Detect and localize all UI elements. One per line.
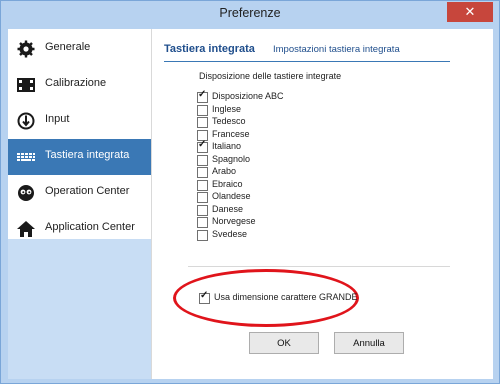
layout-checkbox-label: Svedese [212, 228, 248, 239]
sidebar-item-label: Calibrazione [45, 77, 107, 89]
sidebar: Generale Calibrazione Input Tastiera int… [8, 29, 152, 379]
layout-checkbox[interactable] [197, 179, 208, 191]
sidebar-item-operation-center[interactable]: Operation Center [8, 175, 151, 211]
sidebar-item-label: Tastiera integrata [45, 149, 130, 161]
layout-checkbox[interactable] [197, 104, 208, 116]
calibration-icon [15, 76, 37, 94]
layout-checkbox-label: Tedesco [212, 116, 246, 126]
close-button[interactable]: ✕ [447, 2, 493, 22]
layout-checkbox[interactable] [197, 229, 208, 241]
layout-checkbox-label: Olandese [212, 191, 251, 201]
tab-tastiera-integrata[interactable]: Tastiera integrata [164, 43, 255, 55]
window-title: Preferenze [219, 6, 281, 20]
sidebar-item-label: Generale [45, 41, 91, 53]
layout-checkbox[interactable] [197, 154, 208, 166]
title-bar[interactable]: Preferenze ✕ [1, 1, 499, 27]
layout-checkbox[interactable] [197, 217, 208, 228]
layout-checkbox-label: Norvegese [212, 216, 256, 226]
sidebar-item-input[interactable]: Input [8, 103, 151, 139]
cancel-button[interactable]: Annulla [334, 332, 404, 354]
separator [188, 266, 450, 267]
check-icon: ✓ [198, 139, 207, 150]
large-font-label: Usa dimensione carattere GRANDE [214, 292, 358, 302]
group-label: Disposizione delle tastiere integrate [199, 71, 342, 81]
layout-checkbox[interactable]: ✓ [197, 139, 208, 153]
layout-checkbox[interactable]: ✓ [197, 89, 208, 103]
sidebar-item-label: Application Center [45, 221, 135, 233]
layout-checkbox-label: Inglese [212, 103, 242, 114]
sidebar-item-generale[interactable]: Generale [8, 31, 151, 67]
layout-checkbox[interactable] [197, 167, 208, 178]
layout-checkbox-label: Ebraico [212, 178, 243, 189]
main-panel: Tastiera integrata Impostazioni tastiera… [152, 29, 493, 379]
layout-checkbox-label: Francese [212, 128, 250, 139]
sidebar-item-label: Operation Center [45, 185, 130, 197]
check-icon: ✓ [198, 89, 207, 100]
client-area: Generale Calibrazione Input Tastiera int… [8, 29, 493, 379]
check-icon: ✓ [200, 290, 209, 301]
gear-icon [15, 40, 37, 58]
tab-impostazioni-tastiera[interactable]: Impostazioni tastiera integrata [273, 44, 400, 55]
operation-center-icon [15, 184, 37, 202]
large-font-checkbox[interactable]: ✓ [199, 290, 210, 304]
keyboard-icon [15, 148, 37, 166]
sidebar-item-tastiera-integrata[interactable]: Tastiera integrata [8, 139, 151, 175]
layout-checkbox[interactable] [197, 117, 208, 128]
preferences-window: Preferenze ✕ Generale Calibrazione Input… [0, 0, 500, 384]
layout-checkbox-label: Disposizione ABC [212, 91, 284, 101]
layout-checkbox-label: Arabo [212, 166, 237, 176]
sidebar-empty-area [8, 239, 151, 379]
ok-button[interactable]: OK [249, 332, 319, 354]
layout-checkbox-label: Danese [212, 203, 244, 214]
home-icon [15, 220, 37, 238]
sidebar-item-calibrazione[interactable]: Calibrazione [8, 67, 151, 103]
input-icon [15, 112, 37, 130]
tab-underline [164, 61, 450, 62]
layout-checkbox-label: Italiano [212, 141, 242, 151]
sidebar-item-label: Input [45, 113, 70, 125]
layout-checkbox[interactable] [197, 192, 208, 203]
layout-checkbox-label: Spagnolo [212, 153, 251, 164]
layout-checkbox[interactable] [197, 204, 208, 216]
